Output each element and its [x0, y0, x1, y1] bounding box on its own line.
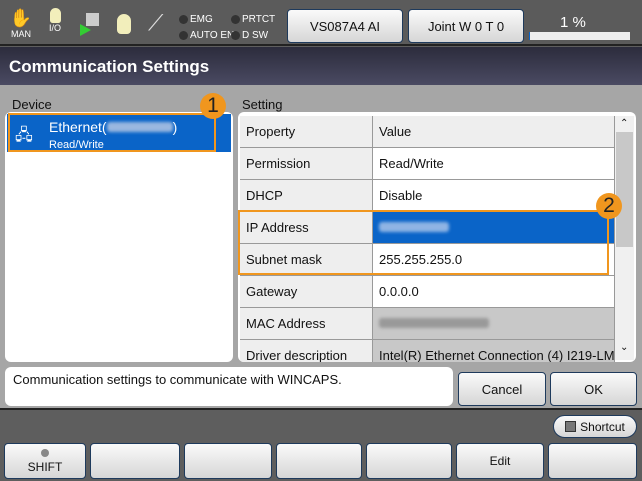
ok-button[interactable]: OK	[550, 372, 637, 406]
status-bar: ✋ MAN I/O ⟋ EMG PRTCT AUTO EN D SW VS087A…	[0, 0, 642, 46]
speed-bar	[529, 32, 630, 40]
cancel-button[interactable]: Cancel	[458, 372, 546, 406]
property-cell: Driver description	[240, 340, 373, 362]
function-key-3[interactable]	[184, 443, 272, 479]
led-emg: EMG	[179, 14, 213, 25]
function-key-4[interactable]	[276, 443, 362, 479]
function-key-6[interactable]: Edit	[456, 443, 544, 479]
setting-label: Setting	[242, 97, 283, 112]
joint-mode-button[interactable]: Joint W 0 T 0	[408, 9, 524, 43]
table-header: Property Value	[240, 116, 615, 148]
scrollbar[interactable]: ⌃ ⌄	[615, 116, 634, 360]
annotation-badge-2: 2	[596, 193, 622, 219]
value-cell[interactable]	[373, 308, 615, 340]
value-cell[interactable]: Read/Write	[373, 148, 615, 180]
function-key-5[interactable]	[366, 443, 452, 479]
annotation-badge-1: 1	[200, 93, 226, 119]
table-row[interactable]: Gateway 0.0.0.0	[240, 276, 615, 308]
value-cell[interactable]: Intel(R) Ethernet Connection (4) I219-LM	[373, 340, 615, 362]
led-auto-en: AUTO EN	[179, 30, 234, 41]
header-property: Property	[240, 116, 373, 148]
table-row[interactable]: MAC Address	[240, 308, 615, 340]
page-title: Communication Settings	[0, 47, 642, 85]
shift-led-icon	[41, 448, 49, 457]
annotation-box-2	[238, 210, 609, 275]
lightbulb-icon[interactable]: I/O	[42, 8, 68, 33]
table-row[interactable]: DHCP Disable	[240, 180, 615, 212]
value-cell[interactable]: Disable	[373, 180, 615, 212]
scroll-down-icon[interactable]: ⌄	[620, 342, 628, 353]
function-key-2[interactable]	[90, 443, 180, 479]
shortcut-button[interactable]: Shortcut	[553, 415, 637, 438]
robot-model-button[interactable]: VS087A4 AI	[287, 9, 403, 43]
property-cell: MAC Address	[240, 308, 373, 340]
property-cell: Gateway	[240, 276, 373, 308]
property-cell: DHCP	[240, 180, 373, 212]
table-row[interactable]: Permission Read/Write	[240, 148, 615, 180]
table-row[interactable]: Driver description Intel(R) Ethernet Conn…	[240, 340, 615, 362]
teach-pendant-icon[interactable]	[78, 8, 102, 36]
speed-label: 1 %	[560, 14, 586, 31]
function-key-7[interactable]	[548, 443, 637, 479]
scroll-up-icon[interactable]: ⌃	[620, 118, 628, 129]
value-cell[interactable]: 0.0.0.0	[373, 276, 615, 308]
header-value: Value	[373, 116, 615, 148]
shortcut-icon	[565, 421, 577, 432]
main-area: Device 🖧 Ethernet() Read/Write Setting P…	[0, 85, 642, 410]
hand-icon[interactable]: ✋ MAN	[8, 8, 34, 39]
annotation-box-1	[8, 113, 216, 152]
led-prtct: PRTCT	[231, 14, 275, 25]
mode-label: MAN	[11, 29, 31, 39]
property-cell: Permission	[240, 148, 373, 180]
led-d-sw: D SW	[231, 30, 268, 41]
io-label: I/O	[48, 23, 61, 33]
wrench-icon[interactable]: ⟋	[148, 10, 163, 36]
function-key-1[interactable]: SHIFT	[4, 443, 86, 479]
scrollbar-thumb[interactable]	[616, 132, 633, 247]
message-box: Communication settings to communicate wi…	[5, 367, 453, 406]
lightbulb-icon[interactable]	[114, 14, 134, 34]
device-label: Device	[12, 97, 52, 112]
